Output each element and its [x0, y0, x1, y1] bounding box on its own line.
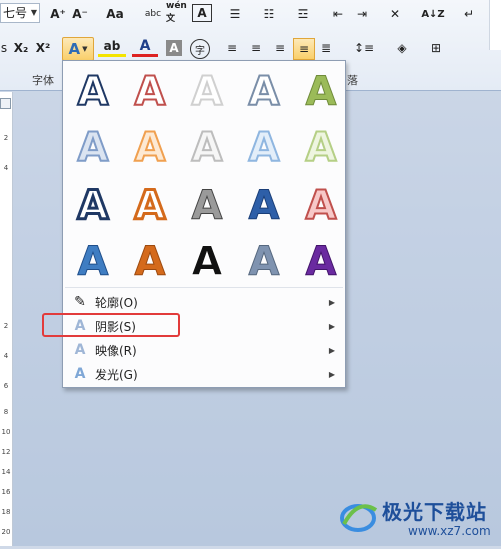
ruler-toggle-button[interactable] [0, 98, 11, 109]
group-paragraph-label: 落 [347, 74, 358, 87]
style-fill-none-outline-red[interactable]: A [128, 68, 172, 116]
line-spacing-button[interactable]: ↕≡ [350, 38, 378, 58]
shading-button[interactable]: ◈ [388, 38, 416, 58]
style-fill-none-outline-blue[interactable]: A [71, 68, 115, 116]
font-size-combo[interactable]: 七号 ▼ [0, 3, 40, 23]
menu-item-glow[interactable]: A 发光(G) ▶ [65, 362, 343, 386]
sort-button[interactable]: A↓Z [421, 4, 444, 24]
highlight-color-button[interactable]: ab [98, 38, 126, 57]
style-slate-fill[interactable]: A [242, 239, 286, 286]
menu-separator [65, 287, 343, 288]
font-size-value: 七号 [3, 6, 28, 20]
style-blue-fill[interactable]: A [71, 239, 115, 286]
style-light-green-outline[interactable]: A [299, 124, 343, 172]
style-black-fill[interactable]: A [185, 239, 229, 286]
watermark-url: www.xz7.com [408, 524, 491, 538]
submenu-arrow-icon: ▶ [328, 345, 335, 355]
text-effects-button[interactable]: A ▼ [62, 37, 94, 61]
watermark-name: 极光下载站 [382, 500, 487, 524]
style-gray-bevel[interactable]: A [185, 183, 229, 230]
style-blue-gradient[interactable]: A [242, 183, 286, 230]
shrink-font-button[interactable]: A⁻ [70, 4, 90, 24]
multilevel-list-button[interactable]: ☲ [290, 4, 316, 24]
style-fill-none-outline-slate[interactable]: A [242, 68, 286, 116]
superscript-button[interactable]: X² [34, 38, 52, 58]
style-bold-navy-outline[interactable]: A [71, 182, 115, 231]
decrease-indent-button[interactable]: ⇤ [328, 4, 348, 24]
char-shading-button[interactable]: A [166, 40, 182, 56]
style-light-blue-outline[interactable]: A [71, 124, 115, 172]
font-color-button[interactable]: A [132, 38, 158, 57]
style-purple-fill[interactable]: A [299, 239, 343, 286]
vertical-ruler: 2 4 2 4 6 8 10 12 14 16 18 20 [0, 92, 13, 546]
chinese-layout-button[interactable]: ✕ [382, 4, 408, 24]
submenu-arrow-icon: ▶ [328, 321, 335, 331]
show-marks-button[interactable]: ↵ [460, 4, 478, 24]
borders-button[interactable]: ⊞ [422, 38, 450, 58]
glow-icon: A [74, 366, 86, 382]
style-light-sky-outline[interactable]: A [242, 124, 286, 172]
enclose-char-button[interactable]: 字 [190, 39, 210, 59]
strikethrough-button[interactable]: s [0, 38, 8, 58]
style-fill-none-outline-gray[interactable]: A [185, 68, 229, 116]
grow-font-button[interactable]: A⁺ [48, 4, 68, 24]
outline-icon: ✎ [74, 294, 86, 310]
menu-item-label: 发光(G) [95, 367, 138, 382]
style-pink-outline[interactable]: A [299, 182, 343, 230]
phonetic-guide-button[interactable]: wén 文 [166, 1, 190, 24]
side-panel-edge [489, 0, 501, 50]
submenu-arrow-icon: ▶ [328, 369, 335, 379]
style-fill-green[interactable]: A [299, 69, 343, 116]
char-border-button[interactable]: A [192, 4, 212, 22]
change-case-button[interactable]: Aa [100, 4, 130, 24]
menu-item-outline[interactable]: ✎ 轮廓(O) ▶ [65, 290, 343, 314]
align-right-button[interactable]: ≡ [270, 38, 290, 58]
justify-button[interactable]: ≡ [293, 38, 315, 60]
menu-item-label: 映像(R) [95, 343, 137, 358]
text-effects-menu: A A A A A A A A A A A A A A A A A A A A … [62, 60, 346, 388]
bullets-button[interactable]: ☰ [222, 4, 248, 24]
style-light-orange-outline[interactable]: A [128, 124, 172, 172]
menu-item-label: 轮廓(O) [95, 295, 138, 310]
align-center-button[interactable]: ≡ [246, 38, 266, 58]
distributed-button[interactable]: ≣ [316, 38, 336, 58]
style-bold-orange-outline[interactable]: A [128, 182, 172, 231]
reflection-icon: A [74, 342, 86, 358]
style-orange-fill[interactable]: A [128, 239, 172, 286]
chevron-down-icon[interactable]: ▼ [29, 4, 39, 22]
group-font-label: 字体 [32, 74, 54, 87]
watermark: 极光下载站 www.xz7.com [338, 488, 501, 546]
numbering-button[interactable]: ☷ [256, 4, 282, 24]
annotation-highlight-box [42, 313, 180, 337]
subscript-button[interactable]: X₂ [12, 38, 30, 58]
menu-item-reflection[interactable]: A 映像(R) ▶ [65, 338, 343, 362]
submenu-arrow-icon: ▶ [328, 297, 335, 307]
increase-indent-button[interactable]: ⇥ [352, 4, 372, 24]
clear-format-button[interactable]: abc [142, 4, 164, 24]
align-left-button[interactable]: ≡ [222, 38, 242, 58]
style-light-gray-outline[interactable]: A [185, 124, 229, 172]
